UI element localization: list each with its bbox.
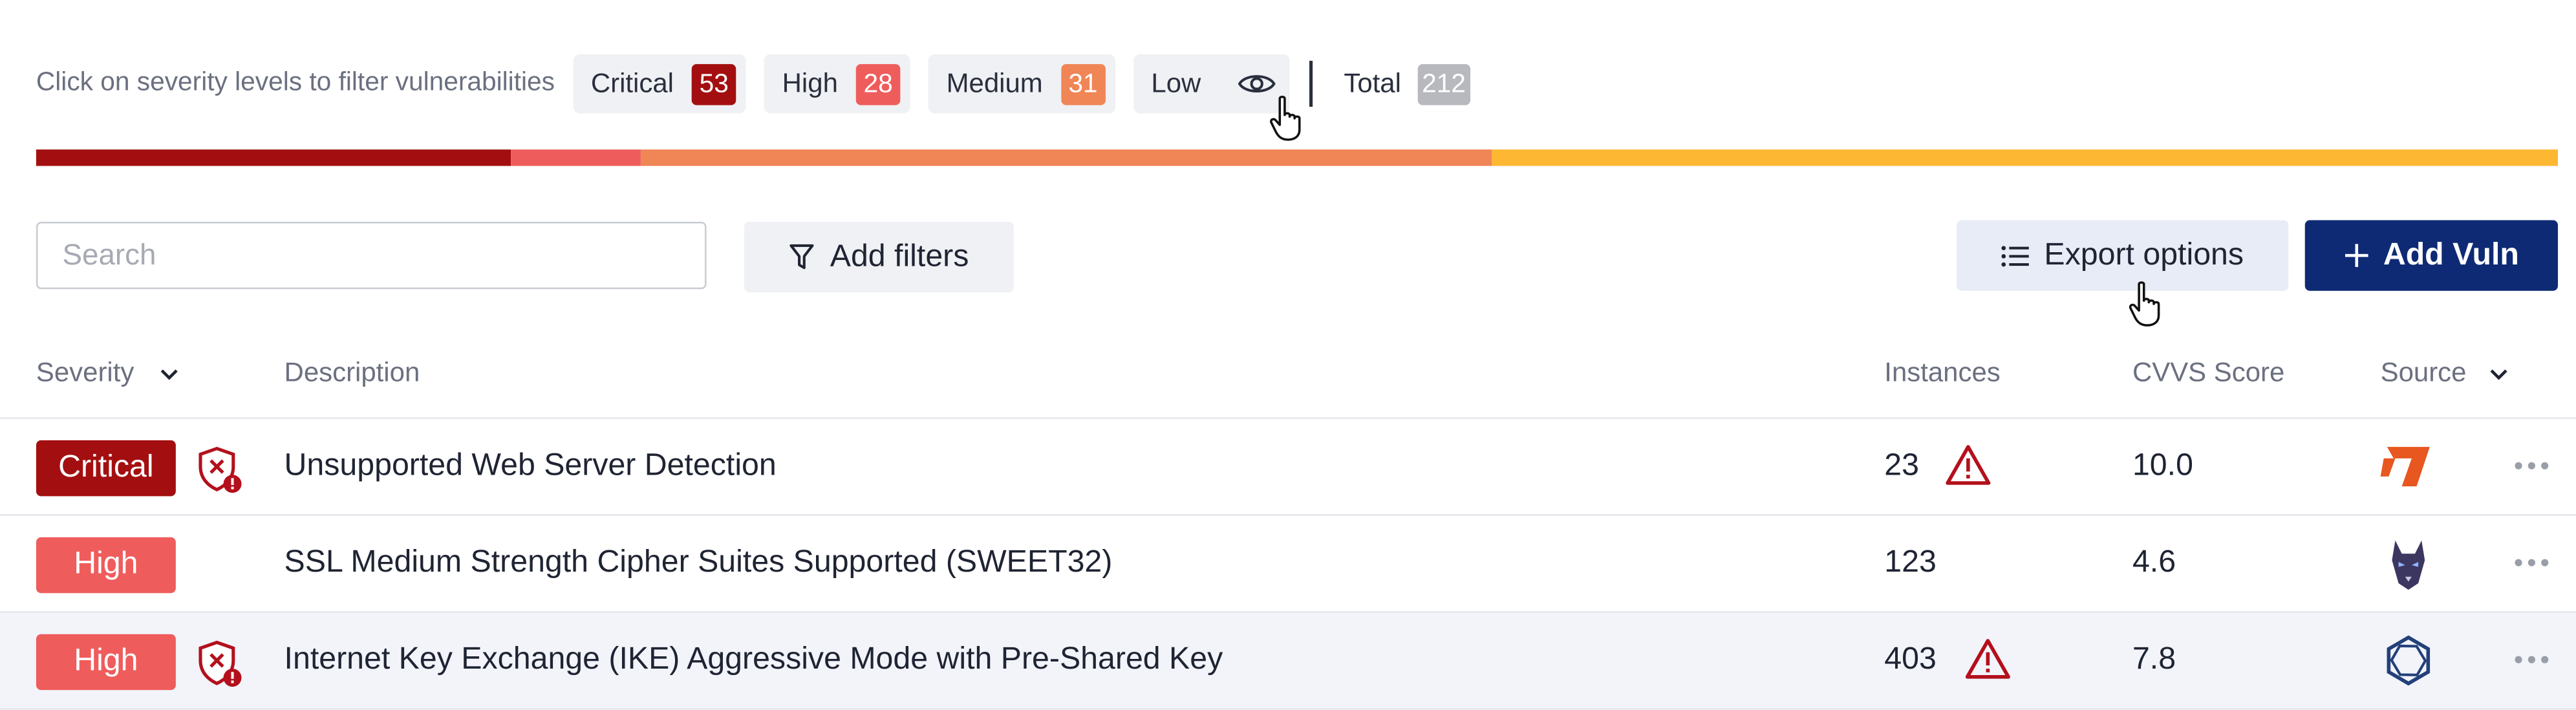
column-header-cvss: CVVS Score	[2132, 358, 2284, 389]
add-vuln-label: Add Vuln	[2383, 237, 2519, 272]
source-logo-orange-icon	[2380, 447, 2430, 487]
filter-hint: Click on severity levels to filter vulne…	[36, 69, 555, 97]
vulnerabilities-panel: Click on severity levels to filter vulne…	[0, 0, 2576, 710]
hand-cursor-icon	[1270, 96, 1301, 141]
severity-segment-high	[510, 149, 641, 166]
warning-icon	[1965, 639, 2010, 679]
filter-chip-label: Low	[1151, 68, 1201, 98]
critical-count-badge: 53	[691, 63, 736, 105]
row-more-icon[interactable]	[2509, 442, 2555, 488]
severity-badge: High	[36, 537, 176, 594]
high-count-badge: 28	[855, 63, 901, 105]
filter-chip-high[interactable]: High 28	[764, 54, 910, 114]
shield-alert-icon	[199, 446, 242, 493]
severity-segment-critical	[36, 149, 511, 166]
total-label: Total	[1344, 68, 1401, 98]
vulnerability-description[interactable]: Internet Key Exchange (IKE) Aggressive M…	[284, 642, 1223, 678]
filter-chip-label: Medium	[946, 68, 1043, 98]
table-row[interactable]: High SSL Medium Strength Cipher Suites S…	[0, 516, 2576, 613]
filter-chip-low[interactable]: Low	[1133, 54, 1290, 114]
filter-chip-label: Critical	[590, 68, 674, 98]
table-header: Severity Description Instances CVVS Scor…	[0, 341, 2576, 419]
row-more-icon[interactable]	[2509, 539, 2555, 585]
source-logo-hexagon-icon	[2387, 635, 2431, 686]
column-label: Severity	[36, 358, 134, 388]
filter-chip-label: High	[782, 68, 838, 98]
severity-segment-low	[1491, 149, 2558, 166]
filter-chip-critical[interactable]: Critical 53	[572, 54, 746, 114]
chevron-down-icon[interactable]	[2489, 367, 2509, 380]
vulnerability-description[interactable]: SSL Medium Strength Cipher Suites Suppor…	[284, 546, 1113, 582]
severity-segment-medium	[641, 149, 1492, 166]
list-icon	[2002, 245, 2030, 266]
instances-count: 403	[1884, 642, 1937, 677]
column-header-description: Description	[284, 358, 420, 389]
filter-icon	[789, 244, 815, 270]
column-label: Instances	[1884, 358, 2001, 388]
column-label: Description	[284, 358, 420, 388]
total-count: Total 212	[1344, 63, 1470, 105]
total-count-badge: 212	[1417, 63, 1470, 105]
severity-badge: Critical	[36, 440, 176, 497]
export-options-button[interactable]: Export options	[1957, 220, 2289, 291]
severity-filter-row: Click on severity levels to filter vulne…	[36, 54, 1470, 114]
source-logo-dog-icon	[2392, 540, 2425, 590]
medium-count-badge: 31	[1060, 63, 1106, 105]
row-more-icon[interactable]	[2509, 636, 2555, 682]
export-options-label: Export options	[2044, 237, 2244, 272]
cvss-score: 7.8	[2132, 642, 2176, 677]
cvss-score: 10.0	[2132, 448, 2193, 483]
search-input[interactable]	[36, 222, 707, 290]
add-filters-label: Add filters	[830, 239, 969, 274]
severity-badge: High	[36, 634, 176, 691]
column-label: Source	[2380, 358, 2467, 388]
hand-cursor-icon	[2129, 281, 2160, 327]
vulnerability-description[interactable]: Unsupported Web Server Detection	[284, 449, 777, 485]
column-header-severity[interactable]: Severity	[36, 358, 178, 389]
filter-chip-medium[interactable]: Medium 31	[928, 54, 1115, 114]
cvss-score: 4.6	[2132, 545, 2176, 580]
warning-icon	[1946, 445, 1991, 485]
add-filters-button[interactable]: Add filters	[744, 222, 1014, 293]
table-row[interactable]: High Internet Key Exchange (IKE) Aggress…	[0, 612, 2576, 710]
plus-icon	[2345, 244, 2368, 267]
add-vuln-button[interactable]: Add Vuln	[2304, 220, 2559, 291]
severity-distribution-bar	[36, 149, 2558, 166]
column-header-instances: Instances	[1884, 358, 2000, 389]
column-label: CVVS Score	[2132, 358, 2285, 388]
chevron-down-icon[interactable]	[158, 367, 178, 380]
shield-alert-icon	[199, 640, 242, 687]
table-row[interactable]: Critical Unsupported Web Server Detectio…	[0, 419, 2576, 516]
column-header-source[interactable]: Source	[2381, 358, 2509, 389]
instances-count: 123	[1884, 545, 1937, 580]
instances-count: 23	[1884, 448, 1920, 483]
